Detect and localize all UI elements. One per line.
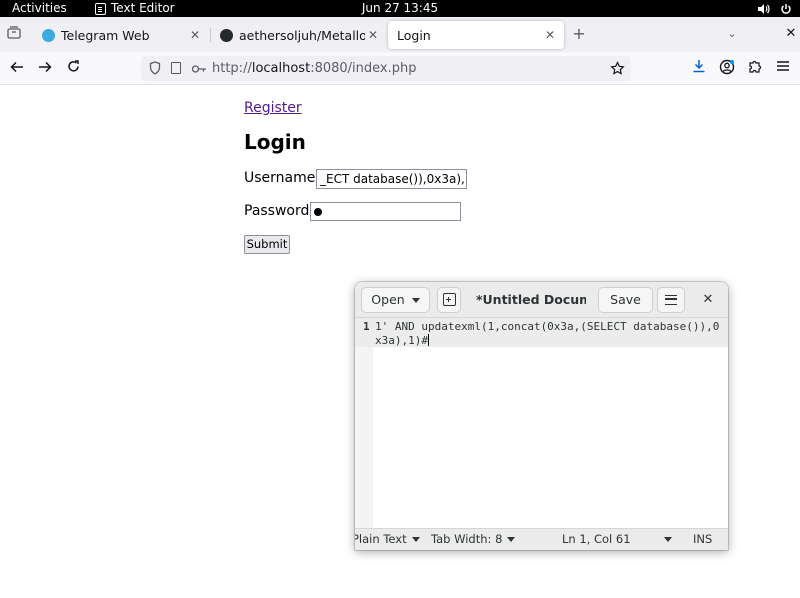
navigation-toolbar: http://localhost:8080/index.php: [0, 52, 800, 85]
app-name: Text Editor: [111, 1, 175, 15]
tab-title: Login: [397, 27, 431, 43]
tab-login[interactable]: Login ✕: [388, 21, 564, 49]
app-menu-icon[interactable]: [774, 59, 792, 77]
tab-width-label: Tab Width: 8: [431, 532, 503, 546]
page-info-icon[interactable]: [171, 62, 181, 74]
line-number-gutter: [355, 318, 373, 528]
line-number: 1: [363, 320, 370, 333]
open-button[interactable]: Open: [361, 287, 430, 313]
clock[interactable]: Jun 27 13:45: [362, 1, 438, 15]
window-close-icon[interactable]: ✕: [783, 26, 799, 42]
hamburger-menu-button[interactable]: [657, 287, 685, 313]
system-tray[interactable]: [757, 0, 792, 17]
key-icon[interactable]: [191, 60, 207, 78]
url-bar[interactable]: http://localhost:8080/index.php: [141, 56, 631, 81]
close-tab-icon[interactable]: ✕: [187, 28, 203, 42]
insert-mode-indicator: INS: [693, 532, 713, 546]
language-selector[interactable]: Plain Text: [355, 529, 420, 550]
new-tab-button[interactable]: [437, 287, 461, 313]
password-input[interactable]: [310, 202, 461, 221]
password-mask-dot: [314, 208, 322, 216]
position-dropdown[interactable]: [659, 529, 672, 550]
text-editor-window: Open *Untitled Document 1 Save ✕ 1 1' AN…: [355, 282, 728, 550]
telegram-icon: [42, 28, 55, 42]
tab-telegram-web[interactable]: Telegram Web ✕: [33, 21, 209, 49]
back-arrow-icon[interactable]: [8, 59, 26, 77]
submit-button[interactable]: Submit: [244, 235, 290, 254]
language-label: Plain Text: [355, 532, 407, 546]
editor-content[interactable]: 1' AND updatexml(1,concat(0x3a,(SELECT d…: [375, 320, 720, 348]
editor-text-area[interactable]: 1 1' AND updatexml(1,concat(0x3a,(SELECT…: [355, 318, 728, 528]
close-tab-icon[interactable]: ✕: [365, 28, 381, 42]
extensions-puzzle-icon[interactable]: [746, 59, 764, 77]
text-cursor: [427, 334, 429, 346]
activities-button[interactable]: Activities: [12, 0, 67, 17]
url-host: localhost: [251, 61, 311, 76]
close-tab-icon[interactable]: ✕: [542, 28, 558, 42]
username-input[interactable]: _ECT database()),0x3a),1)#: [316, 169, 467, 189]
tab-title: aethersoljuh/Metallov_: [239, 27, 365, 43]
url-text: http://localhost:8080/index.php: [212, 56, 416, 81]
reload-icon[interactable]: [64, 59, 82, 77]
list-all-tabs-chevron-icon[interactable]: ⌄: [724, 26, 740, 42]
account-icon[interactable]: [718, 59, 736, 77]
power-icon[interactable]: [780, 3, 792, 15]
tab-width-selector[interactable]: Tab Width: 8: [431, 529, 516, 550]
close-window-icon[interactable]: ✕: [699, 291, 717, 309]
shield-icon[interactable]: [149, 61, 161, 75]
github-icon: [220, 28, 233, 42]
new-document-plus-icon: [442, 293, 456, 306]
editor-line-text: 1' AND updatexml(1,concat(0x3a,(SELECT d…: [375, 320, 720, 347]
dropdown-caret-icon: [411, 298, 420, 303]
dropdown-caret-icon: [664, 537, 672, 542]
document-title: *Untitled Document 1: [476, 292, 586, 307]
dropdown-caret-icon: [507, 537, 516, 542]
tab-github[interactable]: aethersoljuh/Metallov_ ✕: [211, 21, 387, 49]
username-label: Username:: [244, 170, 321, 186]
dropdown-caret-icon: [411, 537, 420, 542]
cursor-position-selector[interactable]: Ln 1, Col 61: [562, 529, 631, 550]
bookmark-star-icon[interactable]: [610, 61, 625, 76]
editor-status-bar: Plain Text Tab Width: 8 Ln 1, Col 61 INS: [355, 528, 728, 550]
hamburger-menu-icon: [665, 294, 677, 305]
browser-tab-strip: Telegram Web ✕ aethersoljuh/Metallov_ ✕ …: [0, 17, 800, 52]
url-path: :8080/index.php: [310, 61, 417, 76]
downloads-icon[interactable]: [690, 59, 708, 77]
url-scheme: http://: [212, 61, 252, 76]
volume-icon[interactable]: [757, 3, 770, 15]
forward-arrow-icon[interactable]: [36, 59, 54, 77]
app-menu[interactable]: Text Editor: [95, 0, 175, 17]
page-title: Login: [244, 130, 306, 154]
firefox-view-icon[interactable]: [6, 26, 22, 42]
password-label: Password:: [244, 203, 315, 219]
new-tab-plus-icon[interactable]: +: [571, 26, 587, 42]
open-label: Open: [371, 292, 405, 307]
register-link[interactable]: Register: [244, 100, 302, 116]
text-editor-app-icon: [95, 2, 106, 15]
editor-header-bar: Open *Untitled Document 1 Save ✕: [355, 282, 728, 318]
system-top-bar: Activities Text Editor Jun 27 13:45: [0, 0, 800, 17]
username-value: _ECT database()),0x3a),1)#: [320, 172, 466, 186]
save-button[interactable]: Save: [598, 287, 653, 313]
cursor-position-label: Ln 1, Col 61: [562, 532, 631, 546]
tab-title: Telegram Web: [61, 27, 150, 43]
